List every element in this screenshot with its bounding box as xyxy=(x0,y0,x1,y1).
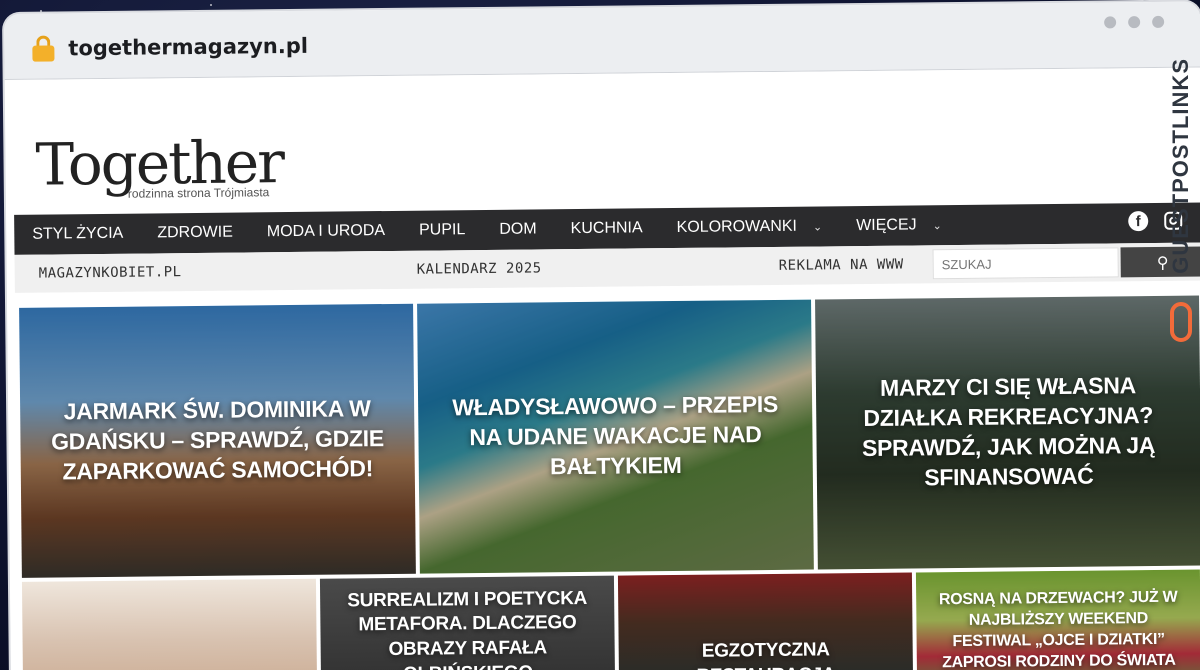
logo-tagline: rodzinna strona Trójmiasta xyxy=(127,185,270,201)
nav-item-styl-zycia[interactable]: STYL ŻYCIA xyxy=(32,225,123,244)
watermark-text: GUESTPOSTLINKS xyxy=(1168,58,1193,274)
dot-icon xyxy=(1152,15,1165,28)
article-title[interactable]: JARMARK ŚW. DOMINIKA W GDAŃSKU – SPRAWDŹ… xyxy=(20,394,415,488)
secondary-row: SURREALIZM I POETYCKA METAFORA. DLACZEGO… xyxy=(21,569,1200,670)
featured-article[interactable]: JARMARK ŚW. DOMINIKA W GDAŃSKU – SPRAWDŹ… xyxy=(19,303,416,578)
article-card[interactable]: SURREALIZM I POETYCKA METAFORA. DLACZEGO… xyxy=(319,575,616,670)
guestpostlinks-watermark: GUESTPOSTLINKS xyxy=(1164,58,1198,358)
featured-article[interactable]: WŁADYSŁAWOWO – PRZEPIS NA UDANE WAKACJE … xyxy=(417,299,814,574)
chevron-down-icon[interactable]: ⌄ xyxy=(933,219,942,232)
article-card[interactable] xyxy=(21,578,318,670)
facebook-icon[interactable]: f xyxy=(1128,211,1149,232)
nav-item-label: KOLOROWANKI xyxy=(676,217,798,236)
link-kalendarz[interactable]: KALENDARZ 2025 xyxy=(417,260,542,277)
nav-item-label: WIĘCEJ xyxy=(856,216,917,235)
chevron-down-icon[interactable]: ⌄ xyxy=(813,220,822,233)
link-reklama[interactable]: REKLAMA NA WWW xyxy=(779,257,904,274)
site-logo[interactable]: Together rodzinna strona Trójmiasta xyxy=(35,128,283,202)
link-icon xyxy=(1170,302,1192,342)
article-title[interactable]: SURREALIZM I POETYCKA METAFORA. DLACZEGO… xyxy=(320,586,615,670)
page-content: Together rodzinna strona Trójmiasta STYL… xyxy=(4,67,1200,670)
nav-item-wiecej[interactable]: WIĘCEJ ⌄ xyxy=(856,216,942,235)
featured-row: JARMARK ŚW. DOMINIKA W GDAŃSKU – SPRAWDŹ… xyxy=(19,295,1200,578)
article-title[interactable]: ROSNĄ NA DRZEWACH? JUŻ W NAJBLIŻSZY WEEK… xyxy=(916,588,1200,670)
dot-icon xyxy=(1104,16,1117,29)
article-title[interactable]: EGZOTYCZNA RESTAURACJA xyxy=(618,578,913,670)
url-text[interactable]: togethermagazyn.pl xyxy=(68,33,308,60)
nav-item-moda-i-uroda[interactable]: MODA I URODA xyxy=(267,222,385,241)
nav-item-pupil[interactable]: PUPIL xyxy=(419,221,465,239)
article-card[interactable]: ROSNĄ NA DRZEWACH? JUŻ W NAJBLIŻSZY WEEK… xyxy=(915,569,1200,670)
nav-item-zdrowie[interactable]: ZDROWIE xyxy=(157,224,233,243)
nav-item-kolorowanki[interactable]: KOLOROWANKI ⌄ xyxy=(677,217,823,237)
browser-window: togethermagazyn.pl Together rodzinna str… xyxy=(4,1,1200,670)
featured-article[interactable]: MARZY CI SIĘ WŁASNA DZIAŁKA REKREACYJNA?… xyxy=(815,295,1200,570)
article-card[interactable]: EGZOTYCZNA RESTAURACJA xyxy=(617,572,914,670)
address-bar[interactable]: togethermagazyn.pl xyxy=(4,1,1200,80)
search-box xyxy=(932,247,1119,280)
search-input[interactable] xyxy=(941,254,1118,272)
link-magazynkobiet[interactable]: MAGAZYNKOBIET.PL xyxy=(39,264,182,281)
article-title[interactable]: WŁADYSŁAWOWO – PRZEPIS NA UDANE WAKACJE … xyxy=(418,390,813,484)
dot-icon xyxy=(1128,16,1141,29)
window-controls xyxy=(1104,15,1165,29)
lock-icon xyxy=(32,35,55,62)
nav-item-kuchnia[interactable]: KUCHNIA xyxy=(571,219,643,238)
article-title[interactable]: MARZY CI SIĘ WŁASNA DZIAŁKA REKREACYJNA?… xyxy=(816,371,1200,495)
nav-item-dom[interactable]: DOM xyxy=(499,220,537,238)
